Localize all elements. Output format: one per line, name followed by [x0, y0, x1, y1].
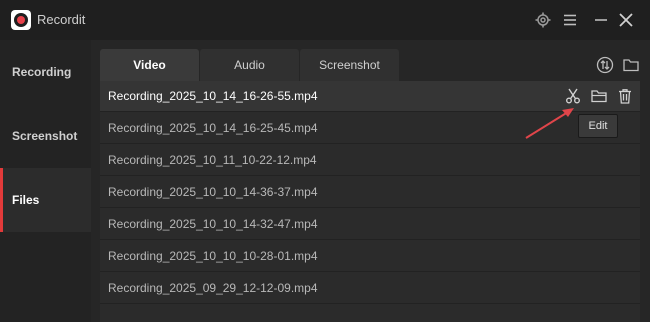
file-row[interactable]: Recording_2025_10_10_14-32-47.mp4: [100, 209, 640, 240]
gear-icon[interactable]: [534, 11, 552, 29]
app-logo: [11, 10, 31, 30]
file-name: Recording_2025_10_14_16-26-55.mp4: [108, 89, 318, 103]
folder-icon[interactable]: [622, 56, 640, 74]
app-title: Recordit: [37, 12, 86, 27]
sidebar: Recording Screenshot Files: [0, 40, 91, 322]
sort-icon[interactable]: [596, 56, 614, 74]
sidebar-item-label: Files: [12, 193, 40, 207]
edit-tooltip: Edit: [578, 114, 618, 138]
file-row[interactable]: Recording_2025_10_10_10-28-01.mp4: [100, 241, 640, 272]
open-folder-icon[interactable]: [590, 87, 608, 105]
file-name: Recording_2025_09_29_12-12-09.mp4: [108, 281, 318, 295]
minimize-icon[interactable]: [592, 11, 610, 29]
files-panel: Video Audio Screenshot Recording_2025_10…: [91, 40, 650, 322]
annotation-arrow: [525, 108, 574, 139]
file-name: Recording_2025_10_10_10-28-01.mp4: [108, 249, 318, 263]
file-name: Recording_2025_10_10_14-32-47.mp4: [108, 217, 318, 231]
file-name: Recording_2025_10_14_16-25-45.mp4: [108, 121, 318, 135]
menu-icon[interactable]: [561, 11, 579, 29]
tab-screenshot[interactable]: Screenshot: [300, 49, 399, 81]
sidebar-item-files[interactable]: Files: [0, 168, 91, 232]
tab-video[interactable]: Video: [100, 49, 199, 81]
file-row[interactable]: Recording_2025_09_29_12-12-09.mp4: [100, 273, 640, 304]
title-bar: Recordit: [0, 0, 650, 40]
file-name: Recording_2025_10_10_14-36-37.mp4: [108, 185, 318, 199]
file-row[interactable]: Recording_2025_10_11_10-22-12.mp4: [100, 145, 640, 176]
file-name: Recording_2025_10_11_10-22-12.mp4: [108, 153, 317, 167]
trash-icon[interactable]: [616, 87, 634, 105]
tab-audio[interactable]: Audio: [200, 49, 299, 81]
close-icon[interactable]: [617, 11, 635, 29]
sidebar-item-label: Screenshot: [12, 129, 78, 143]
sidebar-item-recording[interactable]: Recording: [0, 40, 91, 104]
sidebar-item-label: Recording: [12, 65, 72, 79]
sidebar-item-screenshot[interactable]: Screenshot: [0, 104, 91, 168]
file-row[interactable]: Recording_2025_10_10_14-36-37.mp4: [100, 177, 640, 208]
